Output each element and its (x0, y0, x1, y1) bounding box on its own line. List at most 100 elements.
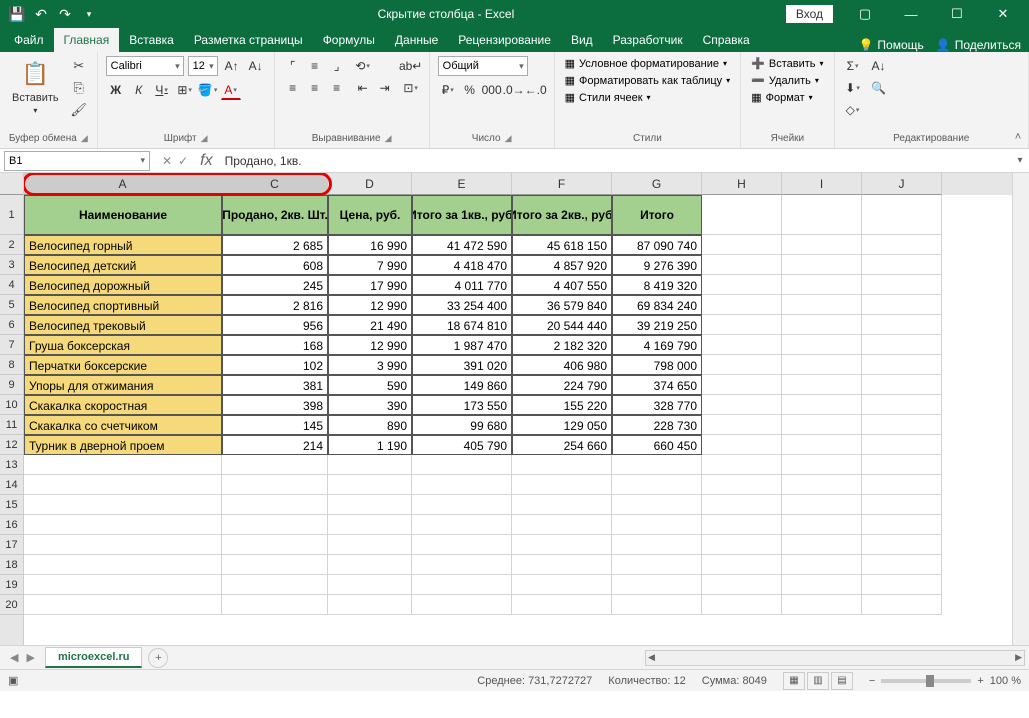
data-cell[interactable]: 168 (222, 335, 328, 355)
font-size-combo[interactable]: 12 (188, 56, 218, 76)
data-cell[interactable]: 390 (328, 395, 412, 415)
data-cell[interactable]: 8 419 320 (612, 275, 702, 295)
cell[interactable] (702, 255, 782, 275)
data-cell[interactable]: 41 472 590 (412, 235, 512, 255)
row-header-20[interactable]: 20 (0, 595, 23, 615)
cell[interactable] (612, 475, 702, 495)
row-header-5[interactable]: 5 (0, 295, 23, 315)
cell[interactable] (702, 335, 782, 355)
cell[interactable] (412, 495, 512, 515)
fx-icon[interactable]: fx (194, 152, 218, 170)
cell[interactable] (862, 455, 942, 475)
cell[interactable] (862, 595, 942, 615)
cell[interactable] (702, 595, 782, 615)
column-header-C[interactable]: C (222, 173, 328, 195)
font-color-icon[interactable]: A (221, 80, 241, 100)
align-center-icon[interactable]: ≡ (305, 78, 325, 98)
data-cell[interactable]: 956 (222, 315, 328, 335)
increase-indent-icon[interactable]: ⇥ (375, 78, 395, 98)
data-cell[interactable]: 99 680 (412, 415, 512, 435)
save-icon[interactable]: 💾 (6, 3, 28, 25)
page-break-view-icon[interactable]: ▤ (831, 672, 853, 690)
cell[interactable] (24, 495, 222, 515)
cell[interactable] (512, 455, 612, 475)
data-cell[interactable]: 1 987 470 (412, 335, 512, 355)
column-header-E[interactable]: E (412, 173, 512, 195)
data-cell[interactable]: 20 544 440 (512, 315, 612, 335)
cell[interactable] (702, 415, 782, 435)
cell[interactable] (782, 335, 862, 355)
format-painter-icon[interactable]: 🖌 (69, 100, 89, 120)
cell[interactable] (782, 415, 862, 435)
cell[interactable] (782, 575, 862, 595)
align-top-icon[interactable]: ⌜ (283, 56, 303, 76)
cell[interactable] (862, 375, 942, 395)
sort-filter-icon[interactable]: A↓ (869, 56, 889, 76)
cell[interactable] (702, 235, 782, 255)
cell[interactable] (512, 595, 612, 615)
name-cell[interactable]: Перчатки боксерские (24, 355, 222, 375)
header-cell[interactable]: Итого за 2кв., руб. (512, 195, 612, 235)
cell[interactable] (862, 575, 942, 595)
data-cell[interactable]: 228 730 (612, 415, 702, 435)
cell[interactable] (24, 595, 222, 615)
cell[interactable] (862, 515, 942, 535)
cut-icon[interactable]: ✂ (69, 56, 89, 76)
orientation-icon[interactable]: ⟲ (353, 56, 373, 76)
tab-insert[interactable]: Вставка (119, 28, 184, 52)
merge-icon[interactable]: ⊡ (401, 78, 421, 98)
data-cell[interactable]: 102 (222, 355, 328, 375)
decrease-font-icon[interactable]: A↓ (246, 56, 266, 76)
row-header-1[interactable]: 1 (0, 195, 23, 235)
cell[interactable] (782, 475, 862, 495)
data-cell[interactable]: 155 220 (512, 395, 612, 415)
cell[interactable] (702, 315, 782, 335)
row-header-12[interactable]: 12 (0, 435, 23, 455)
data-cell[interactable]: 4 418 470 (412, 255, 512, 275)
data-cell[interactable]: 391 020 (412, 355, 512, 375)
row-header-7[interactable]: 7 (0, 335, 23, 355)
cell[interactable] (328, 535, 412, 555)
data-cell[interactable]: 224 790 (512, 375, 612, 395)
sheet-nav-next-icon[interactable]: ▶ (26, 651, 34, 664)
cell[interactable] (702, 555, 782, 575)
cell[interactable] (782, 235, 862, 255)
cell[interactable] (782, 255, 862, 275)
cell[interactable] (612, 455, 702, 475)
data-cell[interactable]: 214 (222, 435, 328, 455)
cell[interactable] (512, 535, 612, 555)
data-cell[interactable]: 173 550 (412, 395, 512, 415)
row-header-2[interactable]: 2 (0, 235, 23, 255)
help-link[interactable]: Помощь (877, 38, 923, 52)
column-header-A[interactable]: A (24, 173, 222, 195)
cell[interactable] (328, 455, 412, 475)
find-select-icon[interactable]: 🔍 (869, 78, 889, 98)
enter-formula-icon[interactable]: ✓ (178, 154, 188, 168)
font-name-combo[interactable]: Calibri (106, 56, 184, 76)
sheet-tab[interactable]: microexcel.ru (45, 647, 143, 668)
cell[interactable] (222, 575, 328, 595)
tab-help[interactable]: Справка (693, 28, 760, 52)
data-cell[interactable]: 36 579 840 (512, 295, 612, 315)
ribbon-options-icon[interactable]: ▢ (843, 0, 887, 28)
cell[interactable] (782, 455, 862, 475)
name-cell[interactable]: Скакалка скоростная (24, 395, 222, 415)
copy-icon[interactable]: ⎘ (69, 78, 89, 98)
cell[interactable] (782, 435, 862, 455)
cell[interactable] (24, 475, 222, 495)
cell[interactable] (862, 535, 942, 555)
cell-styles-button[interactable]: ▦Стили ячеек▾ (563, 90, 733, 105)
cell[interactable] (612, 535, 702, 555)
normal-view-icon[interactable]: ▦ (783, 672, 805, 690)
cell[interactable] (512, 475, 612, 495)
cell[interactable] (782, 395, 862, 415)
cell[interactable] (512, 555, 612, 575)
row-header-13[interactable]: 13 (0, 455, 23, 475)
decrease-indent-icon[interactable]: ⇤ (353, 78, 373, 98)
row-header-14[interactable]: 14 (0, 475, 23, 495)
zoom-slider[interactable] (881, 679, 971, 683)
cell[interactable] (862, 195, 942, 235)
close-icon[interactable]: ✕ (981, 0, 1025, 28)
data-cell[interactable]: 798 000 (612, 355, 702, 375)
cell[interactable] (862, 275, 942, 295)
